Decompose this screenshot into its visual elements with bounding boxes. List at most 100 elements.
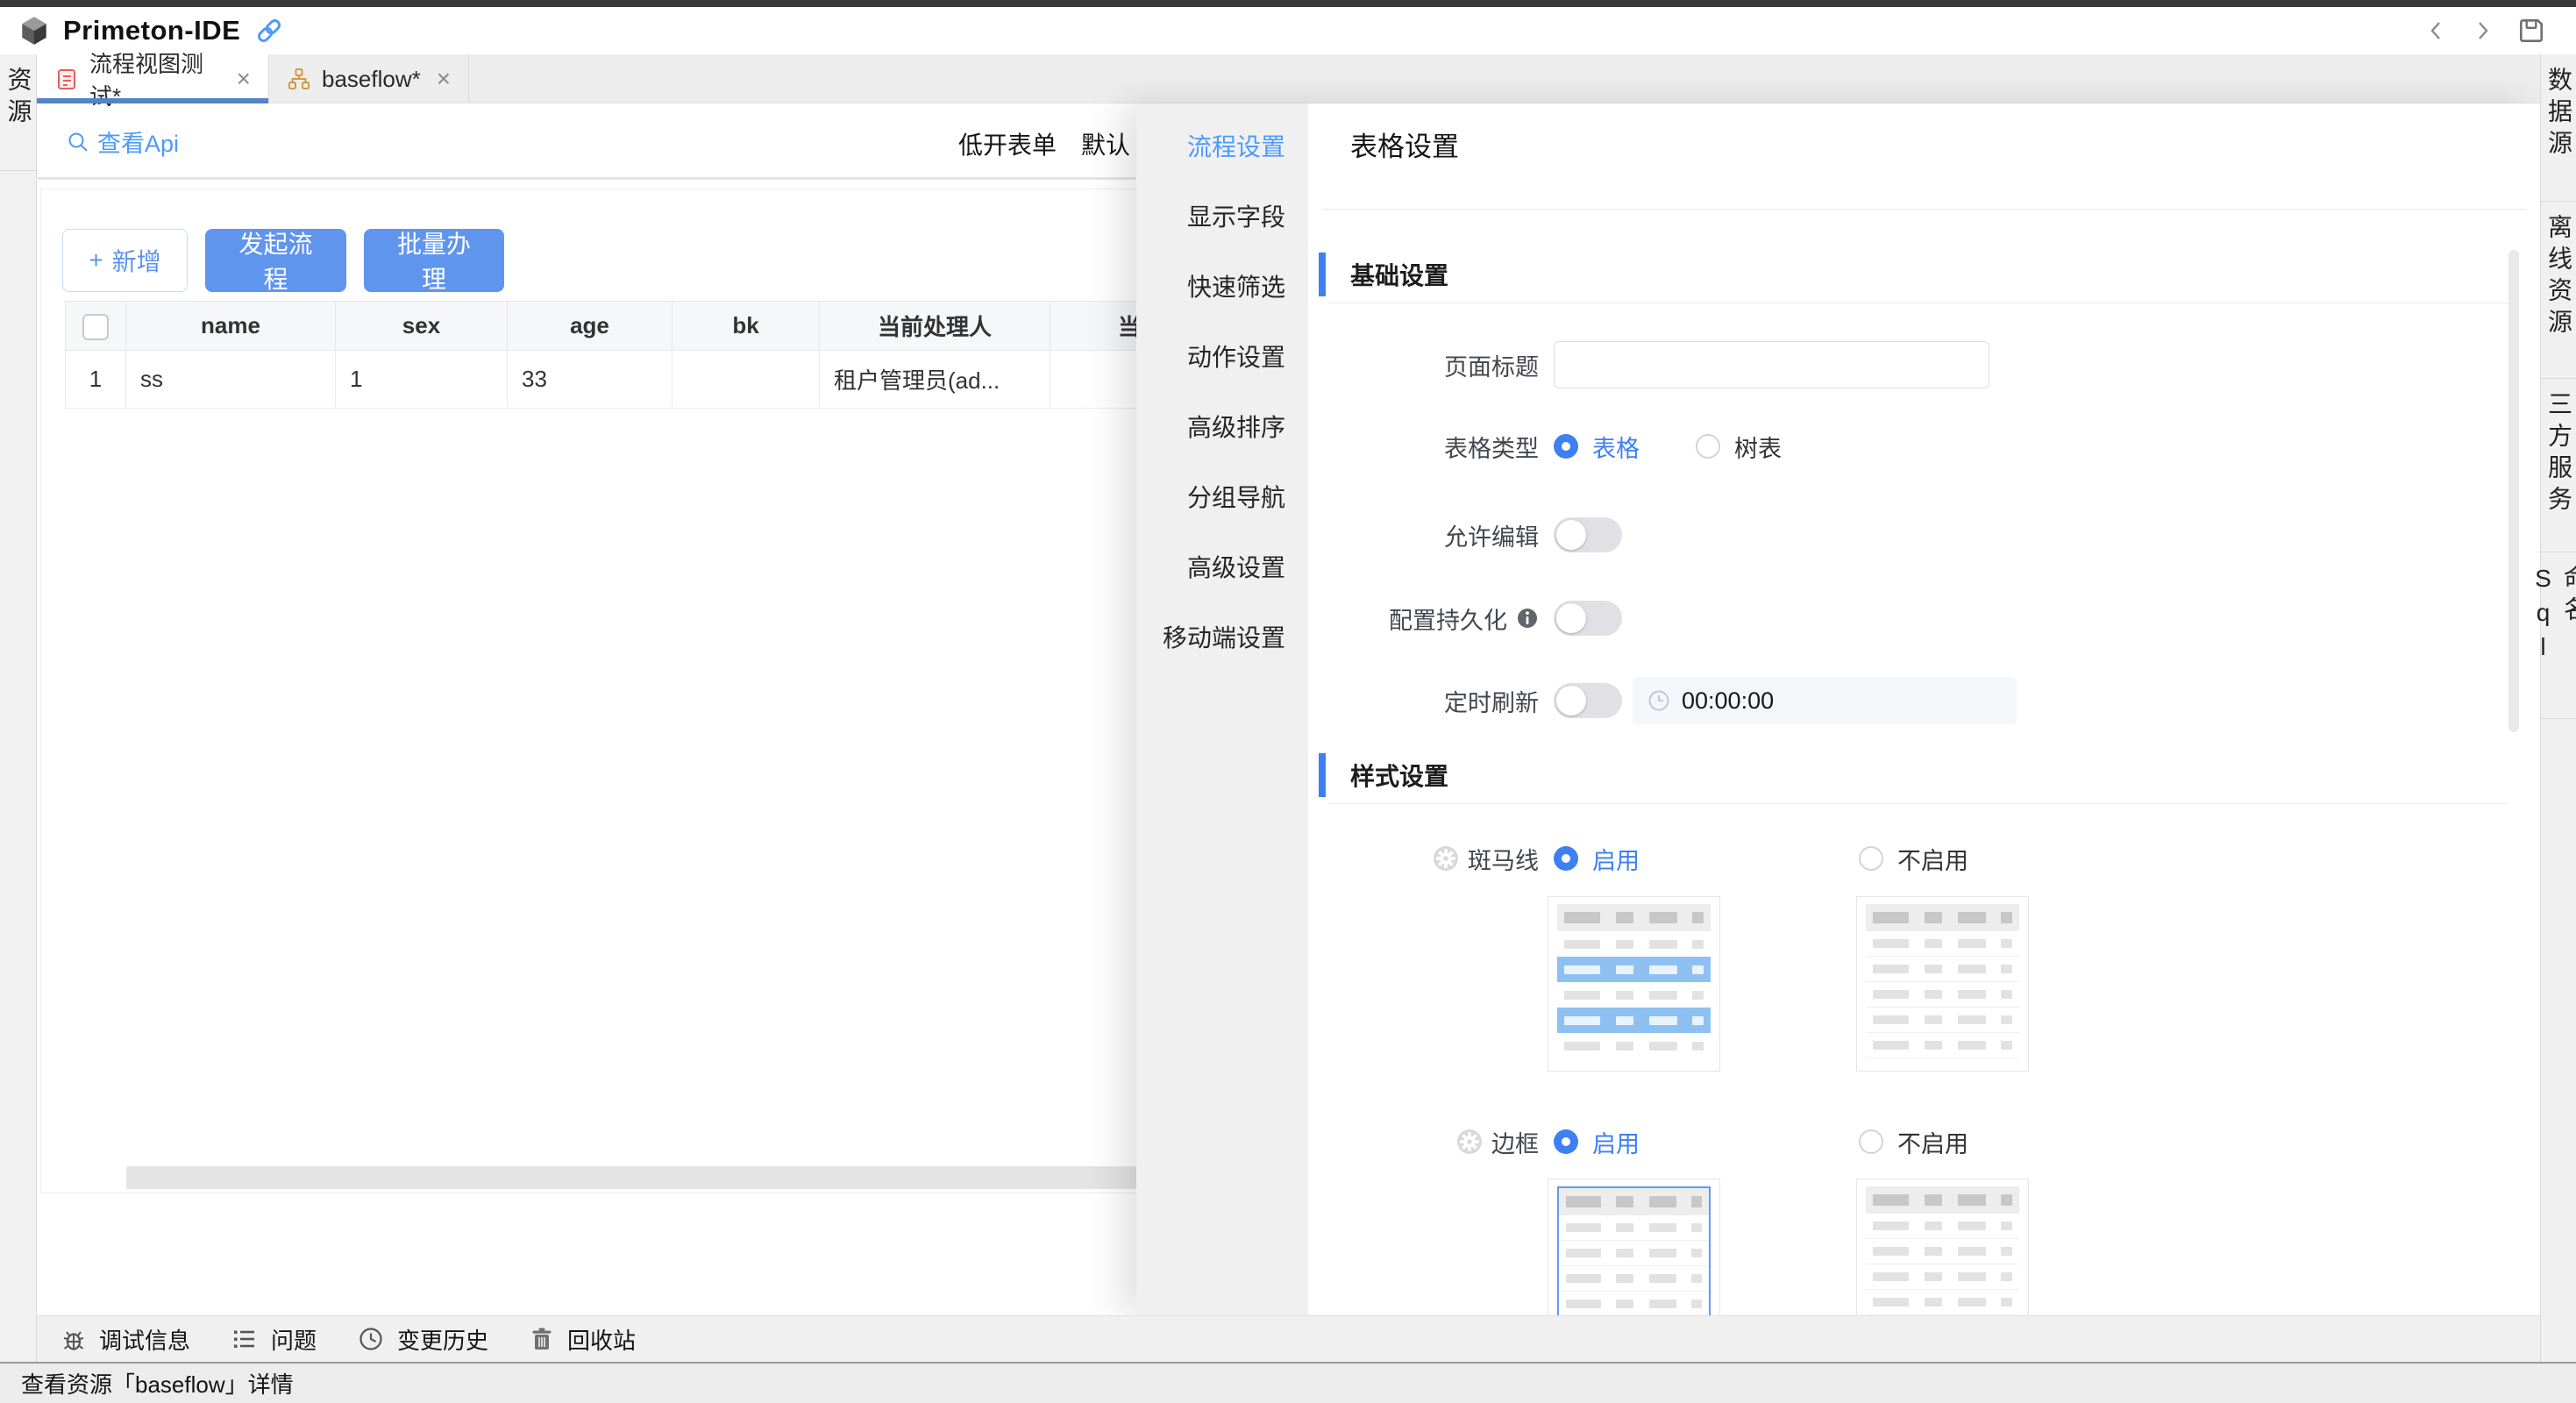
table-type-radio-tree[interactable] bbox=[1696, 434, 1720, 459]
nav-back-icon[interactable] bbox=[2425, 19, 2448, 42]
column-header[interactable]: age bbox=[508, 302, 672, 351]
menu-item-group-nav[interactable]: 分组导航 bbox=[1136, 461, 1308, 531]
border-off-preview[interactable] bbox=[1856, 1179, 2029, 1315]
section-accent-bar bbox=[1319, 253, 1326, 296]
history-clock-icon bbox=[357, 1325, 385, 1353]
table-header-row: name sex age bk 当前处理人 当前 bbox=[66, 302, 1232, 351]
persistence-toggle[interactable] bbox=[1554, 601, 1622, 636]
right-rail: 数据源 离线资源 三方服务 命名Sql bbox=[2540, 54, 2576, 1362]
search-icon bbox=[66, 130, 90, 154]
style-section-header: 样式设置 bbox=[1308, 752, 2540, 798]
start-flow-button[interactable]: 发起流程 bbox=[205, 229, 346, 292]
action-buttons: + 新增 发起流程 批量办理 bbox=[62, 229, 504, 292]
debug-info-item[interactable]: 调试信息 bbox=[59, 1323, 190, 1356]
select-all-checkbox[interactable] bbox=[82, 314, 109, 340]
zebra-radio-disable[interactable] bbox=[1859, 846, 1883, 871]
divider bbox=[1329, 803, 2508, 804]
plus-icon: + bbox=[89, 246, 103, 274]
clock-icon bbox=[1647, 688, 1671, 713]
info-icon[interactable] bbox=[1516, 607, 1539, 630]
bk-cell bbox=[672, 351, 820, 409]
column-header[interactable]: bk bbox=[672, 302, 820, 351]
persistence-row: 配置持久化 bbox=[1308, 594, 2540, 643]
save-icon[interactable] bbox=[2516, 16, 2546, 46]
timed-refresh-toggle[interactable] bbox=[1554, 683, 1622, 718]
list-icon bbox=[231, 1325, 259, 1353]
trash-icon bbox=[529, 1326, 555, 1352]
border-on-preview[interactable] bbox=[1548, 1179, 1720, 1315]
panel-scrollbar[interactable] bbox=[2508, 250, 2519, 732]
settings-panel: 流程设置 显示字段 快速筛选 动作设置 高级排序 分组导航 高级设置 移动端设置… bbox=[1136, 103, 2540, 1315]
titlebar: Primeton-IDE bbox=[0, 7, 2576, 54]
name-cell: ss bbox=[126, 351, 336, 409]
low-code-form-label[interactable]: 低开表单 bbox=[958, 126, 1057, 161]
gear-icon[interactable] bbox=[1456, 1129, 1483, 1155]
right-rail-item-named-sql[interactable]: 命名Sql bbox=[2541, 552, 2576, 719]
table-row[interactable]: 1 ss 1 33 租户管理员(ad... bbox=[66, 351, 1232, 409]
right-rail-item-third-party-services[interactable]: 三方服务 bbox=[2541, 379, 2576, 552]
tab-baseflow[interactable]: baseflow* × bbox=[269, 54, 469, 103]
default-label[interactable]: 默认 bbox=[1081, 126, 1130, 161]
allow-edit-row: 允许编辑 bbox=[1308, 510, 2540, 559]
page-title-row: 页面标题 bbox=[1308, 341, 2540, 388]
right-rail-item-offline-resources[interactable]: 离线资源 bbox=[2541, 202, 2576, 379]
tabbar: 流程视图测试* × baseflow* × bbox=[37, 54, 2540, 103]
recycle-bin-item[interactable]: 回收站 bbox=[529, 1323, 636, 1356]
section-accent-bar bbox=[1319, 753, 1326, 797]
tab-flow-view-test[interactable]: 流程视图测试* × bbox=[37, 54, 269, 103]
select-all-checkbox-cell[interactable] bbox=[66, 302, 126, 351]
status-bar: 查看资源「baseflow」详情 bbox=[0, 1362, 2576, 1403]
basic-section-header: 基础设置 bbox=[1308, 252, 2540, 297]
menu-item-quick-filter[interactable]: 快速筛选 bbox=[1136, 251, 1308, 321]
zebra-previews bbox=[1548, 896, 2540, 1072]
tab-close-icon[interactable]: × bbox=[237, 65, 251, 93]
view-api-link[interactable]: 查看Api bbox=[66, 125, 179, 159]
page-title-input[interactable] bbox=[1554, 341, 1989, 388]
form-document-icon bbox=[54, 67, 79, 91]
zebra-on-preview[interactable] bbox=[1548, 896, 1720, 1072]
zebra-row: 斑马线 启用 不启用 bbox=[1308, 834, 2540, 883]
tab-close-icon[interactable]: × bbox=[437, 65, 451, 93]
menu-item-action-settings[interactable]: 动作设置 bbox=[1136, 321, 1308, 391]
gear-icon[interactable] bbox=[1433, 845, 1459, 872]
nav-forward-icon[interactable] bbox=[2471, 19, 2494, 42]
right-rail-item-datasource[interactable]: 数据源 bbox=[2541, 54, 2576, 202]
column-header[interactable]: sex bbox=[336, 302, 508, 351]
row-index-cell: 1 bbox=[66, 351, 126, 409]
app-window: Primeton-IDE bbox=[0, 0, 2576, 1403]
data-table: name sex age bk 当前处理人 当前 1 ss 1 33 bbox=[65, 301, 1232, 409]
link-icon[interactable] bbox=[254, 16, 284, 46]
zebra-radio-enable[interactable] bbox=[1554, 846, 1578, 871]
menu-item-mobile-settings[interactable]: 移动端设置 bbox=[1136, 602, 1308, 672]
menu-item-advanced-settings[interactable]: 高级设置 bbox=[1136, 531, 1308, 602]
time-picker[interactable]: 00:00:00 bbox=[1633, 677, 2017, 724]
problems-item[interactable]: 问题 bbox=[231, 1323, 317, 1356]
left-rail: 资源 bbox=[0, 54, 37, 1362]
current-handler-cell: 租户管理员(ad... bbox=[820, 351, 1050, 409]
flow-icon bbox=[287, 67, 311, 91]
allow-edit-toggle[interactable] bbox=[1554, 517, 1622, 552]
table-type-radio-table[interactable] bbox=[1554, 434, 1578, 459]
bug-icon bbox=[59, 1325, 87, 1353]
sex-cell: 1 bbox=[336, 351, 508, 409]
menu-item-display-fields[interactable]: 显示字段 bbox=[1136, 181, 1308, 251]
left-rail-item-resources[interactable]: 资源 bbox=[0, 54, 36, 171]
menu-item-flow-settings[interactable]: 流程设置 bbox=[1136, 110, 1308, 181]
tab-label: baseflow* bbox=[322, 66, 421, 93]
menu-item-advanced-sort[interactable]: 高级排序 bbox=[1136, 391, 1308, 461]
border-radio-disable[interactable] bbox=[1859, 1129, 1883, 1154]
column-header[interactable]: name bbox=[126, 302, 336, 351]
table-type-row: 表格类型 表格 树表 bbox=[1308, 422, 2540, 471]
zebra-off-preview[interactable] bbox=[1856, 896, 2029, 1072]
add-button[interactable]: + 新增 bbox=[62, 229, 188, 292]
column-header[interactable]: 当前处理人 bbox=[820, 302, 1050, 351]
border-radio-enable[interactable] bbox=[1554, 1129, 1578, 1154]
change-history-item[interactable]: 变更历史 bbox=[357, 1323, 488, 1356]
bottom-bar: 调试信息 问题 变更历史 bbox=[38, 1315, 2540, 1362]
tab-label: 流程视图测试* bbox=[89, 46, 221, 111]
timed-refresh-row: 定时刷新 00:00:00 bbox=[1308, 676, 2540, 725]
settings-content: 表格设置 基础设置 页面标题 表格类型 表格 树表 bbox=[1308, 103, 2540, 1315]
divider bbox=[1322, 209, 2526, 210]
batch-handle-button[interactable]: 批量办理 bbox=[364, 229, 504, 292]
app-title: Primeton-IDE bbox=[63, 15, 240, 46]
